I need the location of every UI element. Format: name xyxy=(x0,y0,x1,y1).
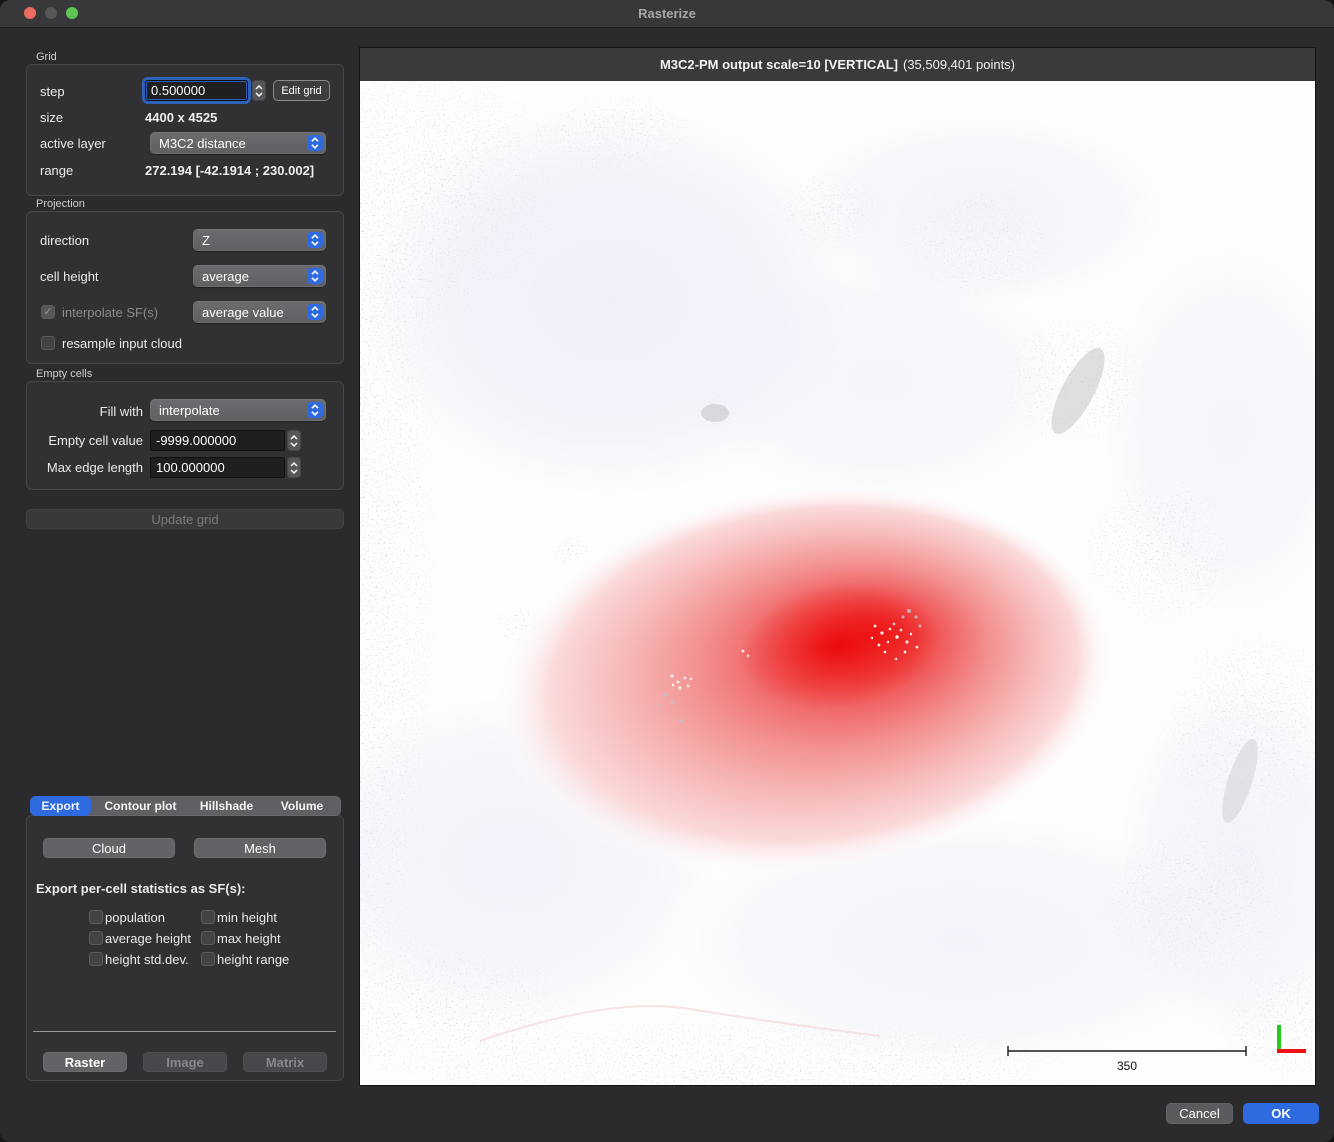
rasterize-dialog: Rasterize Grid step Edit grid size 4400 … xyxy=(0,0,1334,1142)
cloud-button[interactable]: Cloud xyxy=(43,838,175,858)
tab-contour-plot[interactable]: Contour plot xyxy=(91,796,190,816)
render-view[interactable]: 350 xyxy=(360,81,1315,1085)
projection-section-label: Projection xyxy=(36,198,85,210)
dropdown-arrows-icon xyxy=(307,268,323,284)
step-input[interactable] xyxy=(145,80,248,101)
empty-cell-value-input[interactable] xyxy=(150,430,285,451)
step-label: step xyxy=(40,83,65,100)
active-layer-value: M3C2 distance xyxy=(159,136,307,151)
ok-button[interactable]: OK xyxy=(1243,1103,1319,1124)
range-value: 272.194 [-42.1914 ; 230.002] xyxy=(145,162,314,179)
cancel-button[interactable]: Cancel xyxy=(1166,1103,1233,1124)
checkbox-height-range-label: height range xyxy=(217,951,289,968)
stats-heading: Export per-cell statistics as SF(s): xyxy=(36,880,246,897)
empty-cell-value-label: Empty cell value xyxy=(30,432,143,449)
interpolate-sf-dropdown[interactable]: average value xyxy=(193,301,326,323)
tab-export[interactable]: Export xyxy=(30,796,91,816)
grid-section-label: Grid xyxy=(36,51,57,63)
max-edge-length-input[interactable] xyxy=(150,457,285,478)
matrix-button[interactable]: Matrix xyxy=(243,1052,327,1072)
checkbox-height-stddev-label: height std.dev. xyxy=(105,951,189,968)
interpolate-sf-label: interpolate SF(s) xyxy=(62,304,158,321)
active-layer-label: active layer xyxy=(40,135,106,152)
checkbox-population[interactable] xyxy=(89,910,103,924)
checkbox-average-height[interactable] xyxy=(89,931,103,945)
raster-preview-panel: M3C2-PM output scale=10 [VERTICAL] (35,5… xyxy=(360,48,1315,1085)
viewport-title: M3C2-PM output scale=10 [VERTICAL] (35,5… xyxy=(360,48,1315,81)
image-button[interactable]: Image xyxy=(143,1052,227,1072)
window-title: Rasterize xyxy=(0,0,1334,27)
cell-height-label: cell height xyxy=(40,268,99,285)
close-window-button[interactable] xyxy=(24,7,36,19)
fullscreen-window-button[interactable] xyxy=(66,7,78,19)
direction-value: Z xyxy=(202,233,307,248)
tab-volume[interactable]: Volume xyxy=(263,796,341,816)
checkbox-population-label: population xyxy=(105,909,165,926)
checkbox-max-height-label: max height xyxy=(217,930,281,947)
checkbox-height-range[interactable] xyxy=(201,952,215,966)
active-layer-dropdown[interactable]: M3C2 distance xyxy=(150,132,326,154)
direction-label: direction xyxy=(40,232,89,249)
cell-height-dropdown[interactable]: average xyxy=(193,265,326,287)
update-grid-button[interactable]: Update grid xyxy=(26,509,344,529)
dropdown-arrows-icon xyxy=(307,232,323,248)
interpolate-sf-checkbox[interactable]: ✓ xyxy=(41,305,55,319)
fill-with-value: interpolate xyxy=(159,403,307,418)
size-value: 4400 x 4525 xyxy=(145,109,217,126)
spinner-arrows-icon xyxy=(254,82,264,100)
mesh-button[interactable]: Mesh xyxy=(194,838,326,858)
dropdown-arrows-icon xyxy=(307,304,323,320)
dropdown-arrows-icon xyxy=(307,135,323,151)
checkbox-average-height-label: average height xyxy=(105,930,191,947)
interpolate-sf-value: average value xyxy=(202,305,307,320)
dropdown-arrows-icon xyxy=(307,402,323,418)
empty-cell-value-spinner[interactable] xyxy=(287,430,301,451)
raster-button[interactable]: Raster xyxy=(43,1052,127,1072)
spinner-arrows-icon xyxy=(289,459,299,477)
edit-grid-button[interactable]: Edit grid xyxy=(273,80,330,101)
size-label: size xyxy=(40,109,63,126)
spinner-arrows-icon xyxy=(289,432,299,450)
export-divider xyxy=(33,1031,336,1032)
viewport-title-main: M3C2-PM output scale=10 [VERTICAL] xyxy=(660,57,898,72)
window-controls xyxy=(24,7,78,19)
minimize-window-button[interactable] xyxy=(45,7,57,19)
max-edge-length-label: Max edge length xyxy=(30,459,143,476)
checkbox-height-stddev[interactable] xyxy=(89,952,103,966)
scale-bar-label: 350 xyxy=(1117,1059,1137,1073)
resample-input-cloud-label: resample input cloud xyxy=(62,335,182,352)
viewport-title-points: (35,509,401 points) xyxy=(903,57,1015,72)
fill-with-label: Fill with xyxy=(30,403,143,420)
resample-input-cloud-checkbox[interactable] xyxy=(41,336,55,350)
cell-height-value: average xyxy=(202,269,307,284)
tool-tabs: Export Contour plot Hillshade Volume xyxy=(30,796,341,816)
window-titlebar: Rasterize xyxy=(0,0,1334,28)
range-label: range xyxy=(40,162,73,179)
max-edge-length-spinner[interactable] xyxy=(287,457,301,478)
direction-dropdown[interactable]: Z xyxy=(193,229,326,251)
step-spinner[interactable] xyxy=(252,80,266,101)
checkbox-max-height[interactable] xyxy=(201,931,215,945)
empty-cells-section-label: Empty cells xyxy=(36,368,92,380)
checkbox-min-height[interactable] xyxy=(201,910,215,924)
heatmap-render: 350 xyxy=(360,81,1315,1085)
checkbox-min-height-label: min height xyxy=(217,909,277,926)
fill-with-dropdown[interactable]: interpolate xyxy=(150,399,326,421)
tab-hillshade[interactable]: Hillshade xyxy=(190,796,263,816)
